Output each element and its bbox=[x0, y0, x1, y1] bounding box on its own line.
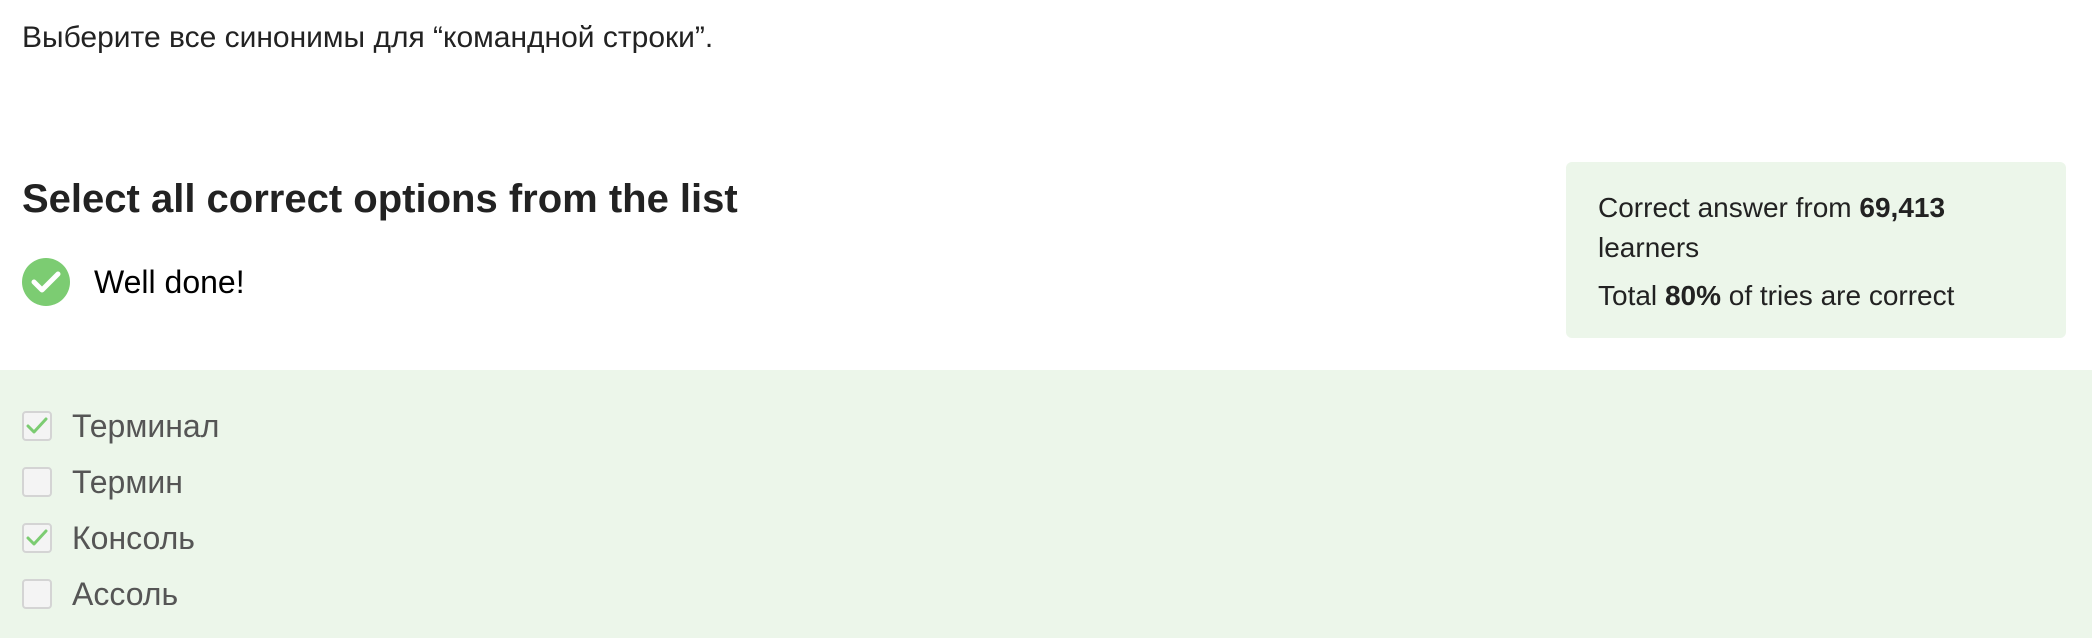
section-title: Select all correct options from the list bbox=[22, 177, 738, 221]
question-text: Выберите все синонимы для “командной стр… bbox=[22, 21, 714, 54]
option-termin[interactable]: Термин bbox=[22, 462, 183, 502]
checkbox[interactable] bbox=[22, 579, 52, 609]
stats-tries: Total 80% of tries are correct bbox=[1598, 280, 1955, 311]
checkbox[interactable] bbox=[22, 523, 52, 553]
option-assol[interactable]: Ассоль bbox=[22, 574, 178, 614]
option-label: Терминал bbox=[72, 407, 220, 444]
checkbox[interactable] bbox=[22, 467, 52, 497]
option-console[interactable]: Консоль bbox=[22, 518, 195, 558]
options-panel: Терминал Термин Консоль Ассоль bbox=[0, 370, 2092, 638]
stats-box: Correct answer from 69,413 learners Tota… bbox=[1566, 162, 2066, 338]
option-label: Консоль bbox=[72, 519, 195, 556]
checkmark-icon bbox=[26, 529, 48, 546]
learners-count: 69,413 bbox=[1859, 192, 1946, 223]
result-text: Well done! bbox=[94, 263, 245, 300]
checkmark-circle-icon bbox=[22, 258, 70, 306]
result-status: Well done! bbox=[22, 258, 245, 306]
percent-correct: 80% bbox=[1664, 280, 1721, 311]
option-label: Ассоль bbox=[72, 575, 179, 612]
option-label: Термин bbox=[72, 463, 183, 500]
checkmark-icon bbox=[26, 417, 48, 434]
option-terminal[interactable]: Терминал bbox=[22, 406, 219, 446]
checkbox[interactable] bbox=[22, 411, 52, 441]
stats-learners: Correct answer from 69,413 learners bbox=[1598, 192, 1946, 263]
